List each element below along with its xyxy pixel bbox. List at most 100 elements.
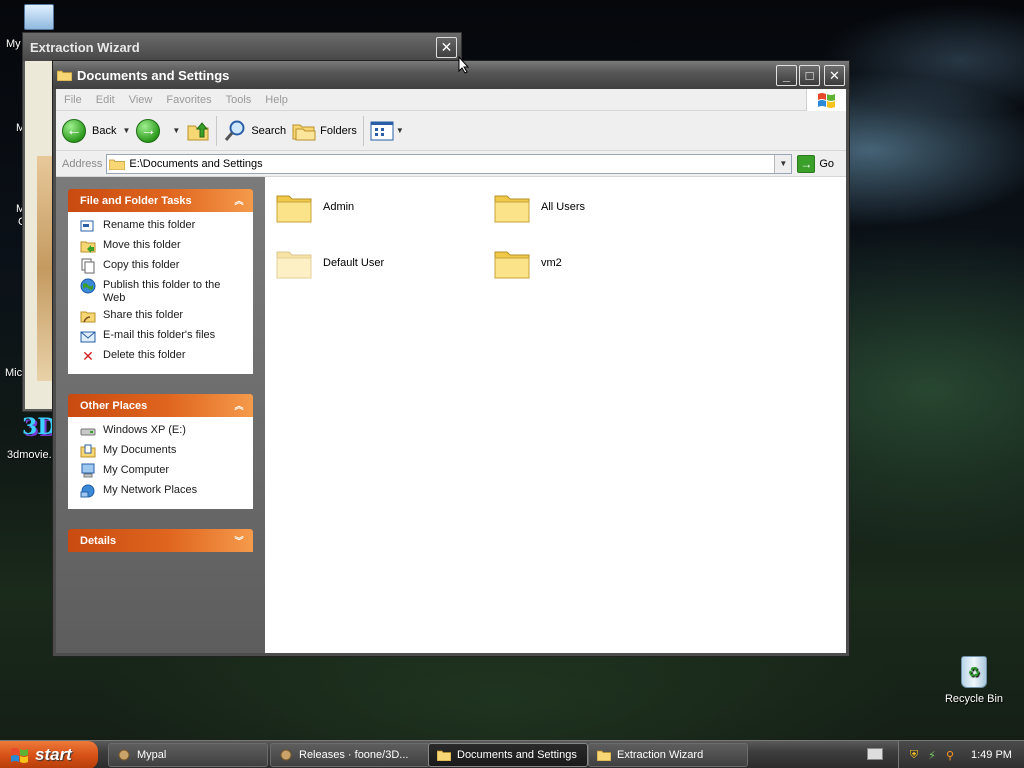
chevron-down-icon[interactable]: ▼	[122, 126, 130, 135]
taskbar-label: Mypal	[137, 749, 167, 761]
search-icon	[225, 120, 245, 141]
wizard-title: Extraction Wizard	[30, 39, 140, 55]
folder-icon	[276, 251, 312, 279]
desktop-edge-label: My	[6, 38, 21, 50]
folder-icon	[109, 159, 126, 170]
move-folder-link[interactable]: Move this folder	[80, 238, 253, 258]
windows-logo-icon	[11, 748, 28, 763]
search-label: Search	[251, 124, 287, 137]
email-icon	[80, 328, 96, 344]
place-my-computer[interactable]: My Computer	[80, 463, 253, 483]
system-tray: ⛨ ⚡ ⚲ 1:49 PM	[898, 741, 1024, 768]
task-label: Rename this folder	[103, 219, 196, 231]
share-folder-link[interactable]: Share this folder	[80, 308, 253, 328]
copy-folder-link[interactable]: Copy this folder	[80, 258, 253, 278]
folder-item-admin[interactable]: Admin	[275, 186, 354, 228]
chevron-down-icon[interactable]: ▼	[774, 154, 792, 173]
network-icon[interactable]: ⚡	[925, 748, 939, 762]
file-folder-tasks-panel: File and Folder Tasks ︽ Rename this fold…	[68, 189, 253, 374]
folder-item-all-users[interactable]: All Users	[493, 186, 585, 228]
chevron-up-icon[interactable]: ︽	[232, 398, 246, 412]
wizard-close-button[interactable]: ✕	[436, 37, 457, 58]
folder-label: Default User	[323, 257, 385, 269]
taskbar-label: Releases · foone/3D...	[299, 749, 409, 761]
3dmovie-label[interactable]: 3dmovie...	[7, 449, 58, 461]
taskbar-item-documents-and-settings[interactable]: Documents and Settings	[428, 743, 588, 767]
menu-file[interactable]: File	[64, 94, 82, 106]
keyboard-icon[interactable]	[867, 748, 883, 760]
explorer-titlebar[interactable]: Documents and Settings _ □ ✕	[53, 61, 849, 89]
recycle-bin-shortcut[interactable]: ♻ Recycle Bin	[937, 656, 1011, 705]
forward-button[interactable]: → ▼	[136, 115, 180, 147]
back-arrow-icon: ←	[62, 118, 86, 143]
explorer-window[interactable]: Documents and Settings _ □ ✕ File Edit V…	[52, 60, 850, 657]
search-button[interactable]: Search	[223, 115, 286, 147]
folders-icon	[292, 124, 316, 140]
details-header[interactable]: Details ︾	[68, 529, 253, 552]
folder-label: vm2	[541, 257, 562, 269]
clock[interactable]: 1:49 PM	[971, 749, 1012, 761]
back-button[interactable]: ← Back ▼	[62, 115, 130, 147]
windows-logo-icon	[806, 89, 846, 111]
delete-icon: ✕	[82, 347, 94, 364]
menu-help[interactable]: Help	[265, 94, 288, 106]
3dmovie-icon[interactable]: 3D	[22, 414, 56, 444]
delete-folder-link[interactable]: ✕ Delete this folder	[80, 348, 253, 368]
search-icon[interactable]: ⚲	[943, 748, 957, 762]
up-folder-button[interactable]	[186, 115, 210, 147]
folder-icon	[597, 750, 611, 761]
place-label: Windows XP (E:)	[103, 424, 186, 436]
copy-icon	[80, 258, 96, 274]
chevron-down-icon[interactable]: ▼	[396, 126, 404, 135]
file-list: Admin All Users Default User vm2	[265, 177, 846, 653]
file-folder-tasks-header[interactable]: File and Folder Tasks ︽	[68, 189, 253, 212]
security-shield-icon[interactable]: ⛨	[907, 748, 921, 762]
details-panel: Details ︾	[68, 529, 253, 552]
menu-edit[interactable]: Edit	[96, 94, 115, 106]
browser-icon	[280, 749, 292, 761]
minimize-button[interactable]: _	[776, 65, 797, 86]
folders-button[interactable]: Folders	[292, 115, 357, 147]
recycle-bin-icon: ♻	[961, 656, 987, 688]
taskbar-item-extraction-wizard[interactable]: Extraction Wizard	[588, 743, 748, 767]
address-input[interactable]: E:\Documents and Settings ▼	[106, 153, 793, 174]
network-places-icon	[80, 483, 96, 499]
close-button[interactable]: ✕	[824, 65, 845, 86]
browser-icon	[118, 749, 130, 761]
views-button[interactable]: ▼	[370, 115, 404, 147]
go-button[interactable]: → Go	[797, 154, 834, 173]
folder-item-vm2[interactable]: vm2	[493, 242, 562, 284]
chevron-down-icon[interactable]: ︾	[232, 533, 246, 547]
back-label: Back	[92, 124, 117, 137]
place-my-documents[interactable]: My Documents	[80, 443, 253, 463]
start-button[interactable]: start	[0, 741, 98, 768]
email-files-link[interactable]: E-mail this folder's files	[80, 328, 253, 348]
taskbar-item-mypal[interactable]: Mypal	[108, 743, 268, 767]
chevron-down-icon[interactable]: ▼	[172, 126, 180, 135]
folder-icon	[494, 251, 530, 279]
share-icon	[80, 308, 96, 324]
menu-view[interactable]: View	[129, 94, 153, 106]
place-windows-xp-drive[interactable]: Windows XP (E:)	[80, 423, 253, 443]
panel-title: Details	[80, 534, 117, 547]
folder-label: Admin	[323, 201, 355, 213]
taskbar: start Mypal Releases · foone/3D... Docum…	[0, 740, 1024, 768]
publish-folder-link[interactable]: Publish this folder to the Web	[80, 278, 253, 308]
place-label: My Documents	[103, 444, 177, 456]
maximize-button[interactable]: □	[799, 65, 820, 86]
menu-tools[interactable]: Tools	[226, 94, 252, 106]
task-pane: File and Folder Tasks ︽ Rename this fold…	[56, 177, 265, 653]
folder-icon	[57, 70, 72, 81]
other-places-header[interactable]: Other Places ︽	[68, 394, 253, 417]
place-my-network-places[interactable]: My Network Places	[80, 483, 253, 503]
taskbar-item-releases[interactable]: Releases · foone/3D...	[270, 743, 430, 767]
folder-item-default-user[interactable]: Default User	[275, 242, 384, 284]
chevron-up-icon[interactable]: ︽	[232, 193, 246, 207]
menu-favorites[interactable]: Favorites	[166, 94, 211, 106]
address-label: Address	[62, 157, 103, 170]
task-label: Move this folder	[103, 239, 181, 251]
my-computer-icon	[80, 463, 96, 479]
rename-folder-link[interactable]: Rename this folder	[80, 218, 253, 238]
my-computer-desktop-icon[interactable]	[24, 4, 54, 30]
wizard-titlebar[interactable]: Extraction Wizard	[23, 33, 461, 61]
